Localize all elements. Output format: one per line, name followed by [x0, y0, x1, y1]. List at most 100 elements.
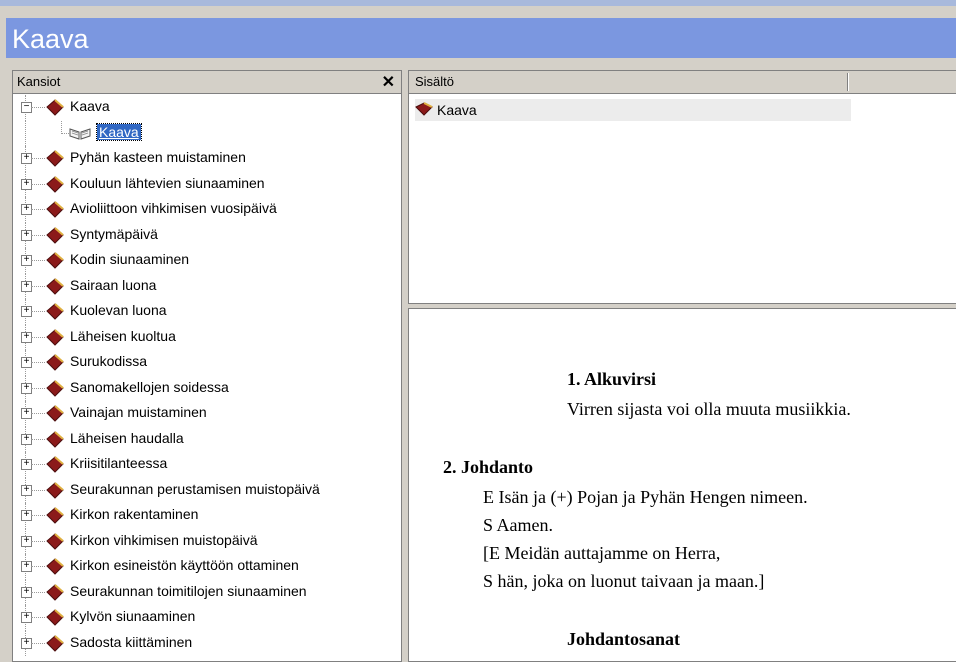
- doc-line: S hän, joka on luonut taivaan ja maan.]: [483, 571, 765, 591]
- folders-pane: Kansiot ✕ − Kaava Kaava + Pyhän kasteen muis…: [12, 70, 402, 662]
- contents-item[interactable]: Kaava: [415, 99, 851, 121]
- title-bar-accent: [0, 0, 956, 6]
- tree-item-label: Sanomakellojen soidessa: [70, 378, 229, 395]
- tree-line: [31, 566, 45, 567]
- folders-pane-header: Kansiot ✕: [13, 71, 401, 94]
- book-icon: [46, 507, 64, 524]
- tree-folder-item[interactable]: + Kodin siunaaminen: [13, 248, 401, 274]
- book-icon: [46, 150, 64, 167]
- book-icon: [46, 456, 64, 473]
- tree-folder-item[interactable]: + Läheisen kuoltua: [13, 324, 401, 350]
- contents-item-label: Kaava: [437, 102, 477, 118]
- window-title: Kaava: [12, 24, 89, 54]
- book-icon: [46, 430, 64, 448]
- tree-folder-item[interactable]: + Kouluun lähtevien siunaaminen: [13, 171, 401, 197]
- tree-line: [31, 183, 45, 185]
- tree-item-label: Läheisen kuoltua: [70, 327, 176, 344]
- contents-column-header[interactable]: Sisältö: [415, 74, 454, 89]
- folders-pane-title: Kansiot: [17, 74, 61, 89]
- tree-item-label: Surukodissa: [70, 353, 148, 369]
- book-icon: [46, 175, 64, 193]
- tree-folder-item[interactable]: + Seurakunnan perustamisen muistopäivä: [13, 477, 401, 503]
- tree-item-label: Kaava: [70, 98, 110, 114]
- tree-folder-item[interactable]: + Kirkon esineistön käyttöön ottaminen: [13, 554, 401, 580]
- tree-folder-item[interactable]: + Kirkon vihkimisen muistopäivä: [13, 528, 401, 554]
- open-book-icon: [69, 126, 91, 143]
- tree-item-label: Seurakunnan perustamisen muistopäivä: [70, 480, 320, 497]
- tree-item-label: Kylvön siunaaminen: [70, 608, 196, 624]
- tree-item-label: Kodin siunaaminen: [70, 251, 190, 267]
- contents-pane-header: Sisältö: [409, 71, 956, 94]
- book-icon: [46, 583, 64, 601]
- column-separator[interactable]: [847, 73, 849, 91]
- tree-folder-item[interactable]: + Surukodissa: [13, 350, 401, 376]
- tree-item-label: Kirkon rakentaminen: [70, 506, 199, 522]
- book-icon: [46, 252, 64, 269]
- book-icon: [46, 226, 64, 244]
- section-heading-3: Johdantosanat: [567, 629, 681, 649]
- tree-line: [31, 591, 45, 593]
- tree-folder-item[interactable]: + Seurakunnan toimitilojen siunaaminen: [13, 579, 401, 605]
- book-icon: [46, 303, 64, 320]
- contents-pane: Sisältö Kaava: [408, 70, 956, 304]
- book-icon: [46, 201, 64, 218]
- section-heading-1: 1. Alkuvirsi: [567, 369, 657, 389]
- book-icon: [415, 102, 433, 116]
- tree-item-label: Kirkon vihkimisen muistopäivä: [70, 531, 258, 548]
- book-icon: [46, 558, 64, 575]
- tree-item-label: Pyhän kasteen muistaminen: [70, 149, 246, 165]
- doc-line: S Aamen.: [483, 515, 553, 535]
- tree-folder-item[interactable]: + Kirkon rakentaminen: [13, 503, 401, 529]
- book-icon: [46, 405, 64, 422]
- tree-item-label: Kriisitilanteessa: [70, 455, 168, 471]
- tree-child-item[interactable]: Kaava: [13, 120, 401, 146]
- tree-folder-item[interactable]: + Pyhän kasteen muistaminen: [13, 146, 401, 172]
- section-heading-2: 2. Johdanto: [443, 457, 534, 477]
- tree-line: [31, 387, 45, 389]
- tree-folder-item[interactable]: − Kaava: [13, 95, 401, 121]
- close-icon[interactable]: ✕: [382, 72, 395, 92]
- tree-item-label: Läheisen haudalla: [70, 429, 184, 446]
- tree-line: [31, 617, 45, 618]
- tree-folder-item[interactable]: + Syntymäpäivä: [13, 222, 401, 248]
- folder-tree: − Kaava Kaava + Pyhän kasteen muistaminen + Ko…: [13, 95, 401, 656]
- tree-line: [31, 209, 45, 210]
- book-icon: [46, 99, 64, 116]
- tree-folder-item[interactable]: + Kriisitilanteessa: [13, 452, 401, 478]
- book-icon: [46, 609, 64, 626]
- tree-line: [31, 362, 45, 363]
- book-icon: [46, 481, 64, 499]
- tree-line: [31, 285, 45, 287]
- tree-line: [31, 489, 45, 491]
- tree-item-label: Kouluun lähtevien siunaaminen: [70, 174, 265, 191]
- tree-item-label: Sairaan luona: [70, 276, 157, 293]
- doc-line: [E Meidän auttajamme on Herra,: [483, 543, 721, 563]
- title-bar: Kaava: [0, 0, 956, 58]
- title-band: [6, 18, 956, 58]
- tree-folder-item[interactable]: + Kuolevan luona: [13, 299, 401, 325]
- tree-item-label: Syntymäpäivä: [70, 225, 158, 242]
- tree-line: [61, 132, 69, 134]
- tree-line: [31, 464, 45, 465]
- tree-folder-item[interactable]: + Sadosta kiittäminen: [13, 630, 401, 656]
- tree-folder-item[interactable]: + Läheisen haudalla: [13, 426, 401, 452]
- document-view[interactable]: 1. Alkuvirsi Virren sijasta voi olla muu…: [408, 308, 956, 662]
- tree-line: [31, 158, 45, 159]
- tree-folder-item[interactable]: + Kylvön siunaaminen: [13, 605, 401, 631]
- tree-item-label: Kuolevan luona: [70, 302, 167, 318]
- tree-item-label: Kirkon esineistön käyttöön ottaminen: [70, 557, 299, 573]
- book-icon: [46, 532, 64, 550]
- tree-line: [31, 515, 45, 516]
- tree-line: [31, 260, 45, 261]
- tree-folder-item[interactable]: + Avioliittoon vihkimisen vuosipäivä: [13, 197, 401, 223]
- doc-line: E Isän ja (+) Pojan ja Pyhän Hengen nime…: [483, 487, 808, 507]
- book-icon: [46, 634, 64, 652]
- tree-folder-item[interactable]: + Sanomakellojen soidessa: [13, 375, 401, 401]
- book-icon: [46, 328, 64, 346]
- tree-line: [31, 311, 45, 312]
- tree-folder-item[interactable]: + Vainajan muistaminen: [13, 401, 401, 427]
- tree-line: [31, 540, 45, 542]
- book-icon: [46, 354, 64, 371]
- tree-folder-item[interactable]: + Sairaan luona: [13, 273, 401, 299]
- tree-line: [31, 234, 45, 236]
